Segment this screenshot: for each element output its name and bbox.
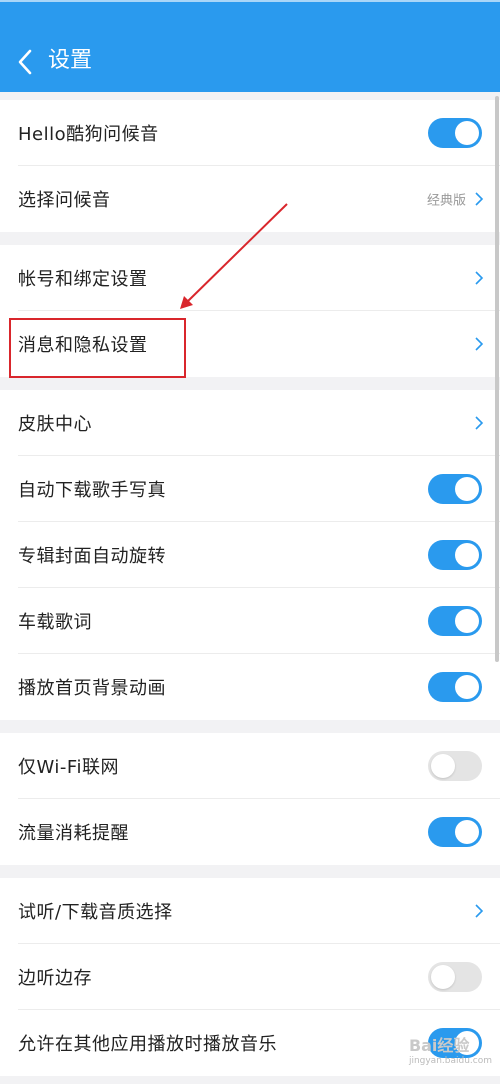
- watermark: Bai经验 jingyan.baidu.com: [409, 1032, 492, 1066]
- hello-greeting-toggle[interactable]: [428, 118, 482, 148]
- row-label: 帐号和绑定设置: [18, 269, 148, 290]
- row-label: 试听/下载音质选择: [18, 902, 173, 923]
- chevron-right-icon: [475, 416, 484, 430]
- toggle-knob: [431, 754, 455, 778]
- row-audio-quality[interactable]: 试听/下载音质选择: [0, 878, 500, 944]
- row-cache-while-listening[interactable]: 边听边存: [0, 944, 500, 1010]
- back-button[interactable]: [10, 44, 40, 80]
- row-label: 选择问候音: [18, 190, 111, 211]
- row-label: 皮肤中心: [18, 414, 92, 435]
- row-label: 自动下载歌手写真: [18, 480, 166, 501]
- row-account-binding[interactable]: 帐号和绑定设置: [0, 245, 500, 311]
- chevron-right-icon: [475, 271, 484, 285]
- row-skin-center[interactable]: 皮肤中心: [0, 390, 500, 456]
- toggle-knob: [455, 820, 479, 844]
- auto-download-photos-toggle[interactable]: [428, 474, 482, 504]
- toggle-knob: [455, 477, 479, 501]
- toggle-knob: [455, 121, 479, 145]
- row-label: 专辑封面自动旋转: [18, 546, 166, 567]
- album-rotate-toggle[interactable]: [428, 540, 482, 570]
- watermark-sub: jingyan.baidu.com: [408, 1056, 492, 1066]
- row-home-bg-animation[interactable]: 播放首页背景动画: [0, 654, 500, 720]
- row-label: 消息和隐私设置: [18, 335, 148, 356]
- row-data-usage-alert[interactable]: 流量消耗提醒: [0, 799, 500, 865]
- toggle-knob: [431, 965, 455, 989]
- row-label: 允许在其他应用播放时播放音乐: [18, 1034, 277, 1055]
- settings-group-network: 仅Wi-Fi联网 流量消耗提醒: [0, 733, 500, 865]
- row-label: 播放首页背景动画: [18, 678, 166, 699]
- row-wifi-only[interactable]: 仅Wi-Fi联网: [0, 733, 500, 799]
- section-gap: [0, 232, 500, 245]
- wifi-only-toggle[interactable]: [428, 751, 482, 781]
- status-bar: [0, 0, 500, 10]
- chevron-right-icon: [475, 337, 484, 351]
- section-gap: [0, 377, 500, 390]
- row-car-lyrics[interactable]: 车载歌词: [0, 588, 500, 654]
- watermark-text: Bai经验: [408, 1036, 470, 1055]
- section-gap: [0, 865, 500, 878]
- toggle-knob: [455, 609, 479, 633]
- row-label: 流量消耗提醒: [18, 823, 129, 844]
- home-bg-animation-toggle[interactable]: [428, 672, 482, 702]
- row-label: Hello酷狗问候音: [18, 124, 159, 145]
- app-header: 设置: [0, 0, 500, 92]
- page-title: 设置: [48, 48, 93, 73]
- car-lyrics-toggle[interactable]: [428, 606, 482, 636]
- settings-group-account: 帐号和绑定设置 消息和隐私设置: [0, 245, 500, 377]
- scrollbar[interactable]: [495, 96, 499, 662]
- chevron-right-icon: [475, 904, 484, 918]
- row-label: 车载歌词: [18, 612, 92, 633]
- section-gap: [0, 720, 500, 733]
- row-auto-download-photos[interactable]: 自动下载歌手写真: [0, 456, 500, 522]
- toggle-knob: [455, 675, 479, 699]
- row-message-privacy[interactable]: 消息和隐私设置: [0, 311, 500, 377]
- cache-while-listening-toggle[interactable]: [428, 962, 482, 992]
- greeting-value: 经典版: [426, 193, 466, 209]
- row-select-greeting[interactable]: 选择问候音 经典版: [0, 166, 500, 232]
- settings-group-greeting: Hello酷狗问候音 选择问候音 经典版: [0, 100, 500, 232]
- settings-group-display: 皮肤中心 自动下载歌手写真 专辑封面自动旋转 车载歌词 播放首页背景动画: [0, 390, 500, 720]
- section-gap: [0, 92, 500, 100]
- row-hello-greeting[interactable]: Hello酷狗问候音: [0, 100, 500, 166]
- row-label: 仅Wi-Fi联网: [18, 757, 119, 778]
- row-album-rotate[interactable]: 专辑封面自动旋转: [0, 522, 500, 588]
- toggle-knob: [455, 543, 479, 567]
- chevron-left-icon: [18, 49, 32, 75]
- row-label: 边听边存: [18, 968, 92, 989]
- data-usage-alert-toggle[interactable]: [428, 817, 482, 847]
- chevron-right-icon: [475, 192, 484, 206]
- settings-list: Hello酷狗问候音 选择问候音 经典版 帐号和绑定设置 消息和隐私设置 皮肤中…: [0, 92, 500, 1076]
